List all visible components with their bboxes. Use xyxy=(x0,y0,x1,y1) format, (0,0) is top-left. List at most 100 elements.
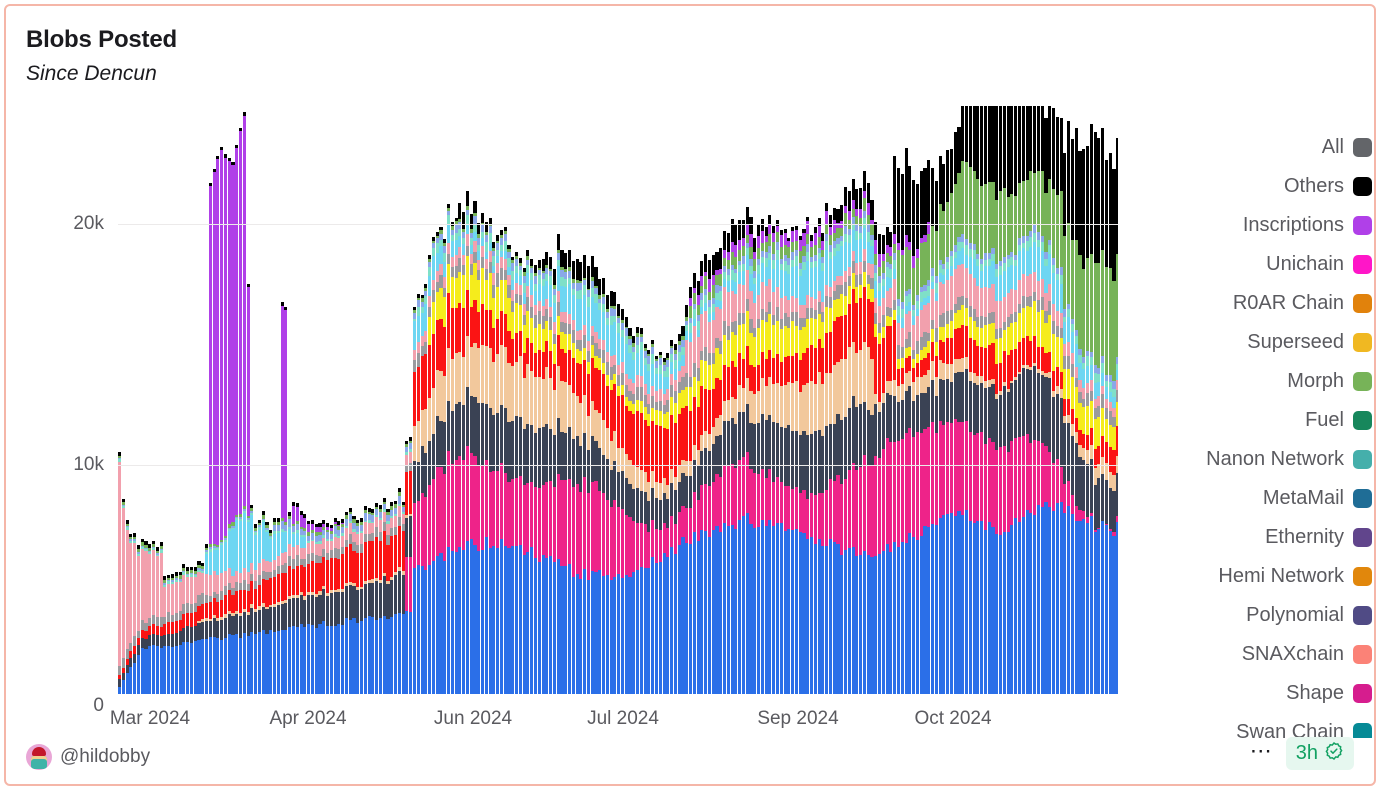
bar-column[interactable] xyxy=(1051,106,1056,694)
bar-column[interactable] xyxy=(692,106,696,694)
bar-column[interactable] xyxy=(189,106,193,694)
bar-column[interactable] xyxy=(639,106,643,694)
bar-column[interactable] xyxy=(1010,106,1014,694)
bar-column[interactable] xyxy=(125,106,129,694)
bar-column[interactable] xyxy=(889,106,893,694)
bar-column[interactable] xyxy=(579,106,583,694)
bar-column[interactable] xyxy=(878,106,882,694)
bar-column[interactable] xyxy=(1040,106,1044,694)
bar-column[interactable] xyxy=(976,106,980,694)
bar-column[interactable] xyxy=(723,106,727,694)
legend-item[interactable]: SNAXchain xyxy=(1152,635,1372,674)
bar-column[interactable] xyxy=(1025,106,1029,694)
bar-column[interactable] xyxy=(605,106,609,694)
bar-column[interactable] xyxy=(583,106,587,694)
bar-column[interactable] xyxy=(333,106,337,694)
bar-column[interactable] xyxy=(1044,106,1048,694)
legend-item[interactable]: Superseed xyxy=(1152,323,1372,362)
bar-column[interactable] xyxy=(893,106,897,694)
bar-column[interactable] xyxy=(741,106,745,694)
bar-column[interactable] xyxy=(325,106,330,694)
bar-column[interactable] xyxy=(462,106,466,694)
bar-column[interactable] xyxy=(734,106,738,694)
bar-column[interactable] xyxy=(828,106,832,694)
bar-column[interactable] xyxy=(813,106,817,694)
bar-column[interactable] xyxy=(242,106,246,694)
bar-column[interactable] xyxy=(817,106,821,694)
bar-column[interactable] xyxy=(155,106,159,694)
bar-column[interactable] xyxy=(738,106,742,694)
bar-column[interactable] xyxy=(265,106,269,694)
bar-column[interactable] xyxy=(1021,106,1025,694)
bar-column[interactable] xyxy=(972,106,976,694)
bar-column[interactable] xyxy=(953,106,957,694)
bar-column[interactable] xyxy=(1014,106,1018,694)
bar-column[interactable] xyxy=(632,106,636,694)
bar-column[interactable] xyxy=(658,106,662,694)
bar-column[interactable] xyxy=(677,106,681,694)
bar-column[interactable] xyxy=(431,106,435,694)
bar-column[interactable] xyxy=(900,106,904,694)
bar-column[interactable] xyxy=(367,106,371,694)
bar-column[interactable] xyxy=(775,106,780,694)
legend-item[interactable]: R0AR Chain xyxy=(1152,284,1372,323)
bar-column[interactable] xyxy=(927,106,931,694)
bar-column[interactable] xyxy=(934,106,938,694)
bar-column[interactable] xyxy=(908,106,912,694)
bar-column[interactable] xyxy=(881,106,885,694)
bar-column[interactable] xyxy=(999,106,1003,694)
bar-column[interactable] xyxy=(549,106,553,694)
bar-column[interactable] xyxy=(552,106,556,694)
bar-column[interactable] xyxy=(133,106,137,694)
bar-column[interactable] xyxy=(515,106,519,694)
bar-column[interactable] xyxy=(344,106,348,694)
bar-column[interactable] xyxy=(295,106,299,694)
bar-column[interactable] xyxy=(987,106,991,694)
bar-column[interactable] xyxy=(757,106,761,694)
bar-column[interactable] xyxy=(1086,106,1090,694)
bar-column[interactable] xyxy=(507,106,511,694)
bar-column[interactable] xyxy=(885,106,889,694)
bar-column[interactable] xyxy=(613,106,617,694)
bar-column[interactable] xyxy=(136,106,140,694)
bar-column[interactable] xyxy=(186,106,190,694)
bar-column[interactable] xyxy=(533,106,538,694)
bar-column[interactable] xyxy=(212,106,216,694)
bar-column[interactable] xyxy=(254,106,258,694)
bar-column[interactable] xyxy=(299,106,303,694)
bar-column[interactable] xyxy=(174,106,178,694)
legend-item[interactable]: Shape xyxy=(1152,674,1372,713)
bar-column[interactable] xyxy=(273,106,277,694)
bar-column[interactable] xyxy=(1017,106,1022,694)
bar-column[interactable] xyxy=(715,106,719,694)
bar-column[interactable] xyxy=(405,106,409,694)
bar-column[interactable] xyxy=(571,106,575,694)
bar-column[interactable] xyxy=(280,106,284,694)
bar-column[interactable] xyxy=(356,106,360,694)
bar-column[interactable] xyxy=(193,106,197,694)
bar-column[interactable] xyxy=(261,106,265,694)
bar-column[interactable] xyxy=(704,106,708,694)
bar-column[interactable] xyxy=(949,106,953,694)
bar-column[interactable] xyxy=(526,106,530,694)
bar-column[interactable] xyxy=(439,106,443,694)
bar-column[interactable] xyxy=(1063,106,1067,694)
bar-column[interactable] xyxy=(968,106,972,694)
bar-column[interactable] xyxy=(197,106,201,694)
bar-column[interactable] xyxy=(726,106,730,694)
bar-column[interactable] xyxy=(1112,106,1116,694)
bar-column[interactable] xyxy=(148,106,152,694)
bar-column[interactable] xyxy=(779,106,783,694)
bar-column[interactable] xyxy=(545,106,549,694)
bar-column[interactable] xyxy=(394,106,398,694)
bar-column[interactable] xyxy=(310,106,314,694)
bar-column[interactable] xyxy=(896,106,901,694)
bar-column[interactable] xyxy=(231,106,235,694)
bar-column[interactable] xyxy=(651,106,655,694)
bar-column[interactable] xyxy=(409,106,413,694)
bar-column[interactable] xyxy=(609,106,613,694)
bar-column[interactable] xyxy=(518,106,522,694)
bar-column[interactable] xyxy=(995,106,999,694)
card-footer-actions[interactable]: ⋯ 3h xyxy=(1250,737,1354,770)
bar-column[interactable] xyxy=(749,106,753,694)
